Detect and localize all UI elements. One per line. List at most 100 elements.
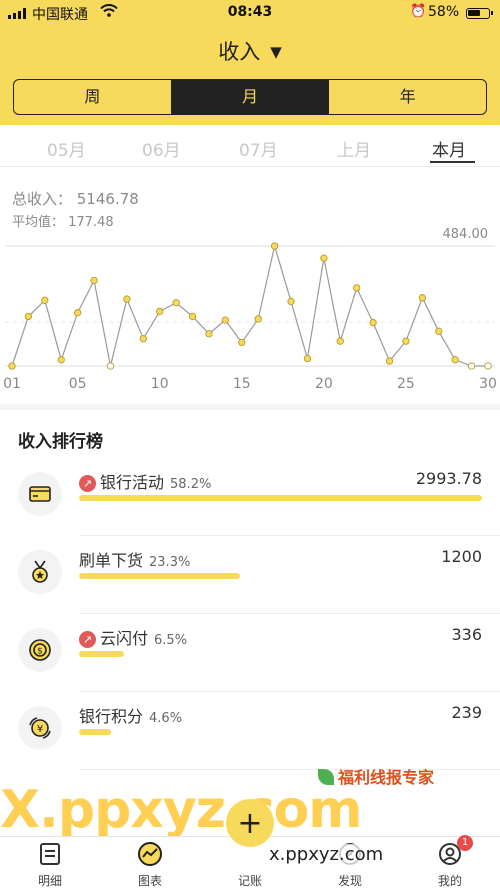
card-icon [18,472,62,516]
category-amount: 1200 [441,547,482,566]
ranking-row[interactable]: 刷单下货 23.3% 1200 [0,536,500,614]
notification-badge: 1 [457,835,473,851]
category-progress-bar [79,573,241,579]
category-amount: 336 [451,625,482,644]
leaf-icon [318,769,334,785]
data-point [139,335,147,343]
tab-month-05[interactable]: 05月 [47,136,86,161]
tab-last-month[interactable]: 上月 [337,136,371,161]
data-point [156,307,164,316]
alarm-icon: ⏰ [410,4,427,19]
data-point [238,338,246,347]
battery-percent: 58% [428,4,460,20]
ranking-title: 收入排行榜 [18,432,103,452]
data-point [303,354,312,363]
data-point [336,337,344,345]
tab-chart[interactable]: 图表 [120,841,180,889]
category-progress-bar [79,495,482,501]
x-tick-label: 05 [69,376,87,392]
battery-icon [466,8,493,19]
status-bar: 中国联通 08:43 ⏰ 58% [0,0,500,26]
data-point [369,318,377,327]
tab-month-07[interactable]: 07月 [239,136,278,161]
category-name: 云闪付 [100,629,149,648]
data-point [123,295,131,303]
medal-icon [18,550,62,594]
ranking-name: ↗ 银行活动 58.2% [79,469,211,493]
watermark-text: X.ppxyz.com [0,780,362,840]
trending-icon: ↗ [79,631,96,648]
ranking-name: 刷单下货 23.3% [79,547,190,571]
data-point [172,299,180,307]
ranking-name: 银行积分 4.6% [79,703,182,727]
ranking-row[interactable]: ↗ 银行活动 58.2% 2993.78 [0,458,500,536]
yuan-exchange-icon: ¥ [18,706,62,750]
ranking-row[interactable]: ¥ 银行积分 4.6% 239 [0,692,500,770]
watermark-brand-text: 福利线报专家 [338,768,435,787]
data-point [74,309,82,317]
x-tick-label: 15 [233,376,251,392]
coin-icon: $ [18,628,62,672]
segment-week[interactable]: 周 [14,80,172,114]
total-income: 总收入： 5146.78 [12,190,139,208]
category-percent: 4.6% [149,711,183,726]
segment-month[interactable]: 月 [171,80,330,114]
data-point [254,315,262,323]
x-tick-label: 30 [479,376,497,392]
svg-text:¥: ¥ [37,724,43,735]
header-panel: 中国联通 08:43 ⏰ 58% 收入 ▼ 周 月 年 [0,0,500,125]
page-title-dropdown[interactable]: 收入 ▼ [0,36,500,66]
data-point [90,276,98,285]
x-tick-label: 10 [151,376,169,392]
data-point [270,242,279,250]
x-tick-label: 25 [397,376,415,392]
data-point [24,312,33,321]
category-amount: 2993.78 [415,469,482,488]
data-point [41,296,49,304]
data-point [57,356,65,364]
category-name: 刷单下货 [79,551,144,570]
data-point [418,294,426,302]
tab-discover[interactable]: 发现 [320,841,380,889]
ranking-row[interactable]: $ ↗ 云闪付 6.5% 336 [0,614,500,692]
section-divider [0,404,500,410]
tab-this-month[interactable]: 本月 [432,136,466,161]
data-point [188,312,197,321]
compass-icon [320,841,380,867]
period-segmented-control: 周 月 年 [13,79,487,115]
category-amount: 239 [451,703,482,722]
data-point [435,327,443,335]
category-progress-bar [79,651,124,657]
data-point [205,330,213,338]
caret-down-icon: ▼ [270,43,282,61]
tab-label: 发现 [337,874,362,888]
data-point [287,297,295,306]
category-name: 银行积分 [79,707,144,726]
data-point [8,362,16,370]
tab-detail[interactable]: 明细 [20,841,80,889]
svg-text:$: $ [37,647,43,657]
income-line-chart: 484.00 01 05 10 15 20 25 30 [3,227,497,392]
category-progress-bar [79,729,111,735]
month-tabs: 05月 06月 07月 上月 本月 [0,125,500,167]
series-line [11,243,488,367]
data-point [320,254,328,262]
max-value-label: 484.00 [443,227,489,242]
x-tick-label: 20 [315,376,333,392]
tab-profile[interactable]: 我的 1 [420,835,480,889]
tab-bookkeeping[interactable]: 记账 [220,841,280,889]
data-point [451,356,459,364]
data-point [467,362,476,370]
row-divider [79,769,500,770]
tab-label: 我的 [437,874,462,888]
segment-year[interactable]: 年 [329,80,486,114]
tab-label: 明细 [37,874,62,888]
x-tick-label: 01 [3,376,21,392]
chart-icon [120,841,180,867]
category-name: 银行活动 [100,473,165,492]
category-percent: 23.3% [149,555,191,570]
tab-month-06[interactable]: 06月 [142,136,181,161]
data-point [402,337,410,345]
add-record-button[interactable]: + [226,799,274,847]
trending-icon: ↗ [79,475,96,492]
